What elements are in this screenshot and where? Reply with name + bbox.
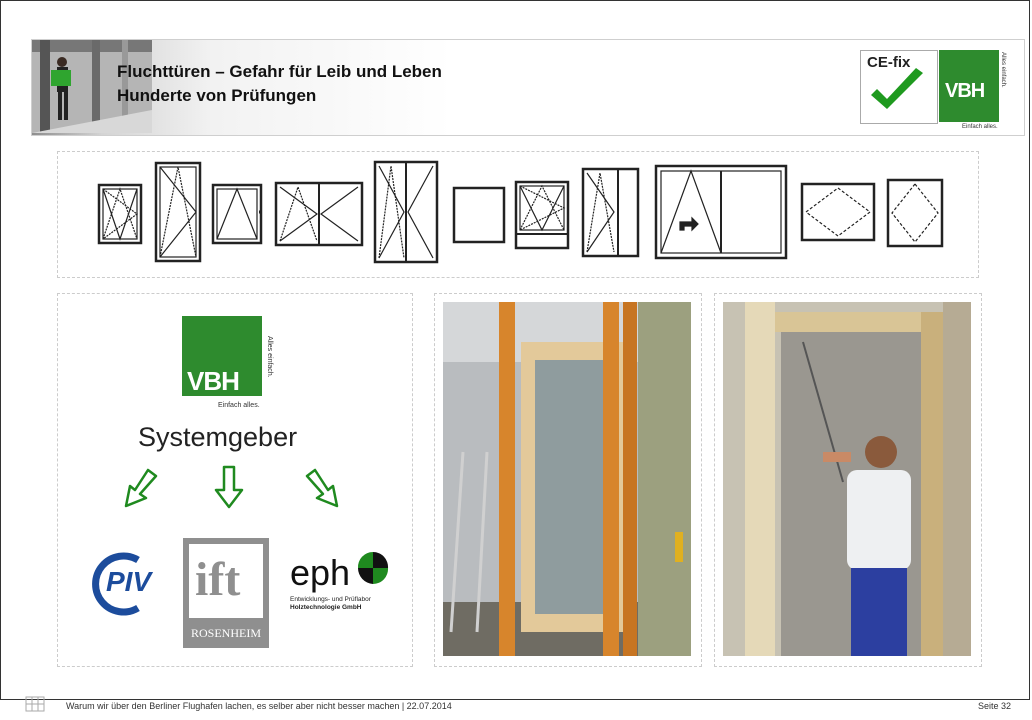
ift-logo-subtext: ROSENHEIM	[190, 626, 261, 640]
cefix-logo: CE-fix	[860, 50, 938, 124]
arrow-down-left-icon	[124, 468, 158, 508]
page-number: Seite 32	[978, 701, 1012, 711]
window-types-panel	[57, 151, 979, 278]
slide-title-line1: Fluchttüren – Gefahr für Leib und Leben	[117, 62, 442, 81]
eph-logo-subtext-2: Holztechnologie GmbH	[290, 604, 362, 611]
eph-emblem-icon	[357, 551, 389, 585]
eph-logo-text: eph	[290, 552, 351, 593]
vbh-logo-header: VBH	[939, 50, 999, 122]
window-pivot-horizontal	[800, 182, 876, 242]
vbh-logo-header-text: VBH	[945, 80, 985, 102]
arrow-down-right-icon	[305, 468, 339, 508]
window-door-with-side	[581, 167, 640, 258]
vbh-logo-large-tagline: Einfach alles.	[218, 402, 260, 409]
vbh-logo-large-text: VBH	[187, 366, 240, 396]
checkmark-icon	[871, 68, 923, 109]
vbh-logo-large: VBH Alles einfach. Einfach alles.	[182, 316, 280, 414]
footer-grid-icon	[25, 696, 45, 712]
slide: Fluchttüren – Gefahr für Leib und Leben …	[0, 0, 1030, 700]
eph-logo-subtext-1: Entwicklungs- und Prüflabor	[290, 596, 371, 603]
window-tall-double	[373, 160, 439, 264]
test-rig-photo-2	[723, 302, 971, 656]
window-pivot-vertical	[886, 178, 944, 248]
ift-logo-text: ift	[195, 553, 241, 606]
piv-logo-text: PIV	[106, 566, 152, 597]
window-types-diagram	[97, 160, 944, 264]
arrow-down-icon	[214, 465, 244, 509]
window-tilt-turn-1	[97, 183, 143, 245]
window-double	[274, 181, 364, 247]
slide-title-line2: Hunderte von Prüfungen	[117, 86, 317, 105]
systemgeber-panel: VBH Alles einfach. Einfach alles. System…	[57, 293, 413, 667]
systemgeber-label: Systemgeber	[138, 422, 298, 452]
vbh-logo-header-tagline: Einfach alles.	[962, 124, 998, 130]
vbh-logo-large-slogan: Alles einfach.	[266, 336, 273, 378]
test-rig-photo-2-panel	[714, 293, 982, 667]
window-with-bottom-pane	[514, 180, 570, 250]
vbh-logo-header-slogan: Alles einfach.	[1000, 52, 1006, 88]
window-fixed	[452, 186, 506, 244]
slide-header: Fluchttüren – Gefahr für Leib und Leben …	[31, 39, 1025, 136]
window-tall-tilt-turn	[154, 161, 202, 263]
test-rig-photo-1	[443, 302, 691, 656]
test-rig-photo-1-panel	[434, 293, 702, 667]
ift-logo: ift ROSENHEIM	[183, 538, 269, 648]
footer-text: Warum wir über den Berliner Flughafen la…	[66, 701, 452, 711]
window-lift-slide	[654, 164, 788, 260]
window-turn	[211, 183, 263, 245]
